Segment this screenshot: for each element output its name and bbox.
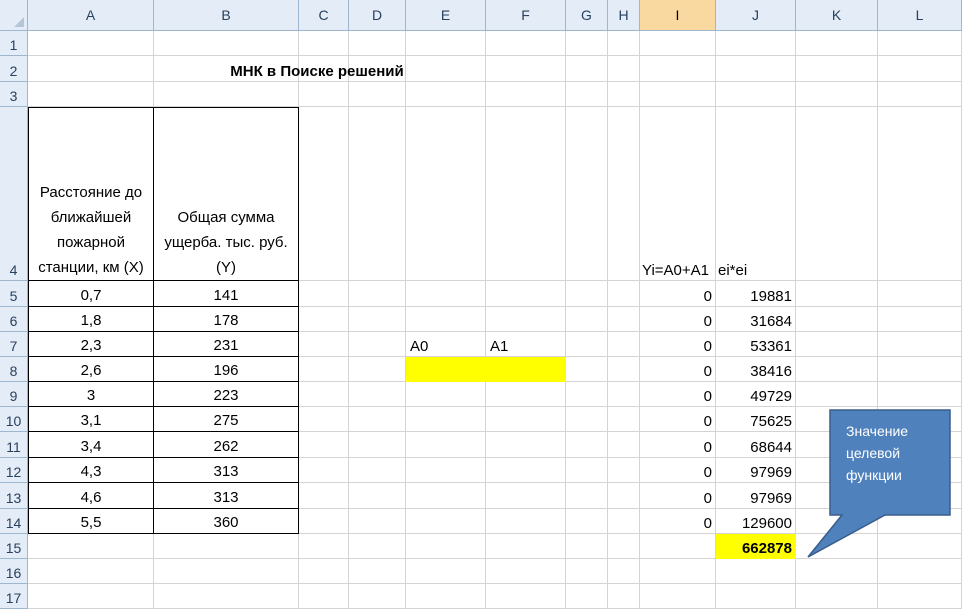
ee-value-cell[interactable]: 49729 [716,382,796,407]
a0-value-cell[interactable] [406,357,486,382]
column-header-l[interactable]: L [878,0,962,31]
y-value-cell[interactable]: 223 [153,381,299,407]
column-header-h[interactable]: H [608,0,640,31]
yi-value-cell[interactable]: 0 [640,281,716,307]
row-header-12[interactable]: 12 [0,458,28,483]
ee-value-cell[interactable]: 129600 [716,509,796,534]
grid-line-vertical [565,31,566,609]
title-cell[interactable]: МНК в Поиске решений [28,56,606,82]
yi-label-cell[interactable]: Yi=A0+A1 [640,255,716,281]
x-value-cell[interactable]: 3,4 [28,431,154,458]
x-value-cell[interactable]: 2,3 [28,331,154,357]
x-value-cell[interactable]: 1,8 [28,306,154,332]
row-header-13[interactable]: 13 [0,483,28,509]
yi-value-cell[interactable]: 0 [640,332,716,357]
yi-value-cell[interactable]: 0 [640,432,716,458]
ee-value-cell[interactable]: 38416 [716,357,796,382]
row-header-6[interactable]: 6 [0,307,28,332]
yi-value-cell[interactable]: 0 [640,307,716,332]
row-header-2[interactable]: 2 [0,56,28,82]
total-cell[interactable]: 662878 [716,534,796,559]
grid-line-vertical [485,31,486,609]
x-value-cell[interactable]: 3 [28,381,154,407]
row-header-9[interactable]: 9 [0,382,28,407]
a0-label-cell[interactable]: A0 [406,332,486,357]
yi-value-cell[interactable]: 0 [640,509,716,534]
x-value-cell[interactable]: 4,3 [28,457,154,483]
column-header-c[interactable]: C [299,0,349,31]
ee-value-cell[interactable]: 75625 [716,407,796,432]
x-value-cell[interactable]: 0,7 [28,280,154,307]
y-value-cell[interactable]: 275 [153,406,299,432]
y-value-cell[interactable]: 141 [153,280,299,307]
header-y-cell[interactable]: Общая сумма ущерба. тыс. руб. (Y) [153,107,299,281]
y-value-cell[interactable]: 262 [153,431,299,458]
row-header-16[interactable]: 16 [0,559,28,584]
row-header-8[interactable]: 8 [0,357,28,382]
yi-value-cell[interactable]: 0 [640,458,716,483]
ee-value-cell[interactable]: 53361 [716,332,796,357]
column-header-i[interactable]: I [640,0,716,31]
row-header-15[interactable]: 15 [0,534,28,559]
a1-label-cell[interactable]: A1 [486,332,566,357]
grid-line-vertical [607,31,608,609]
ee-value-cell[interactable]: 97969 [716,483,796,509]
header-x-cell[interactable]: Расстояние до ближайшей пожарной станции… [28,107,154,281]
x-value-cell[interactable]: 5,5 [28,508,154,534]
grid-line-vertical [348,31,349,609]
ee-label-cell[interactable]: ei*ei [716,255,796,281]
row-header-3[interactable]: 3 [0,82,28,107]
column-header-g[interactable]: G [566,0,608,31]
row-header-14[interactable]: 14 [0,509,28,534]
spreadsheet: ABCDEFGHIJKL 1 2 3 4 5 6 7 8 9 10 11 12 13 14 15 16 17 М… [0,0,962,609]
row-header-1[interactable]: 1 [0,31,28,56]
select-all-corner[interactable] [0,0,28,31]
x-value-cell[interactable]: 4,6 [28,482,154,509]
column-header-b[interactable]: B [154,0,299,31]
column-header-k[interactable]: K [796,0,878,31]
yi-value-cell[interactable]: 0 [640,382,716,407]
a1-value-cell[interactable] [486,357,566,382]
yi-value-cell[interactable]: 0 [640,483,716,509]
y-value-cell[interactable]: 313 [153,482,299,509]
callout-text: Значение целевой функции [846,423,909,483]
column-header-f[interactable]: F [486,0,566,31]
row-header-10[interactable]: 10 [0,407,28,432]
yi-value-cell[interactable]: 0 [640,407,716,432]
column-header-e[interactable]: E [406,0,486,31]
y-value-cell[interactable]: 196 [153,356,299,382]
ee-value-cell[interactable]: 19881 [716,281,796,307]
y-value-cell[interactable]: 178 [153,306,299,332]
x-value-cell[interactable]: 2,6 [28,356,154,382]
x-value-cell[interactable]: 3,1 [28,406,154,432]
row-header-7[interactable]: 7 [0,332,28,357]
ee-value-cell[interactable]: 68644 [716,432,796,458]
grid-line-horizontal [28,583,962,584]
row-header-5[interactable]: 5 [0,281,28,307]
y-value-cell[interactable]: 360 [153,508,299,534]
column-header-j[interactable]: J [716,0,796,31]
y-value-cell[interactable]: 313 [153,457,299,483]
ee-value-cell[interactable]: 97969 [716,458,796,483]
row-header-17[interactable]: 17 [0,584,28,609]
row-header-4[interactable]: 4 [0,107,28,281]
ee-value-cell[interactable]: 31684 [716,307,796,332]
y-value-cell[interactable]: 231 [153,331,299,357]
column-header-d[interactable]: D [349,0,406,31]
yi-value-cell[interactable]: 0 [640,357,716,382]
grid-line-vertical [405,31,406,609]
column-header-a[interactable]: A [28,0,154,31]
row-header-11[interactable]: 11 [0,432,28,458]
